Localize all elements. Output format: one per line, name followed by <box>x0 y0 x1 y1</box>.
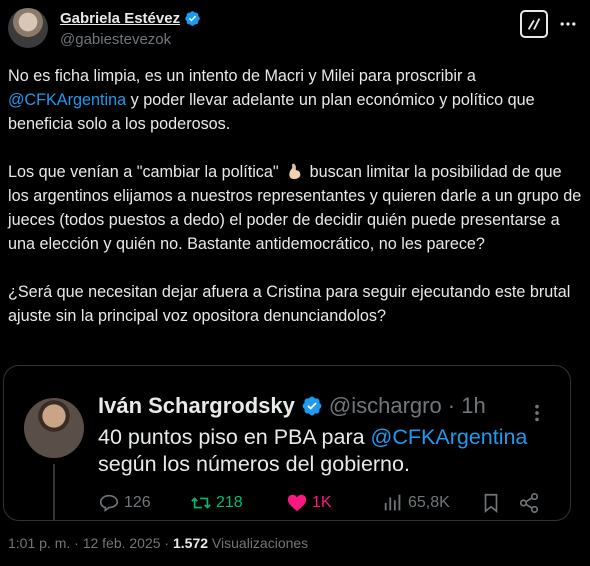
views-chart-icon <box>384 494 401 511</box>
retweet-button[interactable]: 218 <box>190 492 286 514</box>
tweet-paragraph-1: No es ficha limpia, es un intento de Mac… <box>8 64 582 136</box>
quoted-action-bar: 126 218 1K 65,8K <box>98 488 550 518</box>
grok-icon[interactable] <box>520 10 548 38</box>
retweet-count: 218 <box>216 494 243 511</box>
tweet-metadata: 1:01 p. m. · 12 feb. 2025 · 1.572 Visual… <box>8 535 308 551</box>
quoted-tweet-text: 40 puntos piso en PBA para @CFKArgentina… <box>98 424 548 478</box>
reply-icon <box>99 494 119 512</box>
pinched-fingers-emoji-icon <box>285 162 303 180</box>
tweet-header: Gabriela Estévez @gabiestevezok <box>8 8 582 52</box>
bookmark-button[interactable] <box>480 492 518 514</box>
quoted-author-avatar[interactable] <box>24 398 84 458</box>
tweet-body: No es ficha limpia, es un intento de Mac… <box>8 64 582 352</box>
tweet-paragraph-2: Los que venían a "cambiar la política" b… <box>8 160 582 256</box>
tweet-paragraph-3: ¿Será que necesitan dejar afuera a Crist… <box>8 283 571 325</box>
mention-link[interactable]: @CFKArgentina <box>8 91 126 109</box>
thread-line <box>53 464 55 520</box>
quoted-author-row: Iván Schargrodsky @ischargro · 1h <box>98 393 486 419</box>
more-options-icon[interactable] <box>556 12 580 36</box>
views-total: 1.572 <box>173 535 209 551</box>
author-avatar[interactable] <box>8 8 48 48</box>
quoted-author-name[interactable]: Iván Schargrodsky <box>98 393 295 419</box>
author-handle[interactable]: @gabiestevezok <box>60 31 171 48</box>
reply-button[interactable]: 126 <box>98 492 190 514</box>
quoted-mention-link[interactable]: @CFKArgentina <box>371 425 528 449</box>
quoted-text-segment: según los números del gobierno. <box>98 452 410 476</box>
views-label: Visualizaciones <box>208 535 309 551</box>
quoted-verified-badge-icon <box>301 395 323 417</box>
quoted-tweet-card[interactable]: Iván Schargrodsky @ischargro · 1h 40 pun… <box>3 365 571 521</box>
retweet-icon <box>191 497 211 509</box>
verified-badge-icon[interactable] <box>184 10 201 27</box>
reply-count: 126 <box>124 494 151 511</box>
quoted-more-options-icon[interactable] <box>524 400 550 426</box>
tweet-timestamp[interactable]: 1:01 p. m. · 12 feb. 2025 · <box>8 535 173 551</box>
share-icon <box>519 493 539 513</box>
like-button[interactable]: 1K <box>286 492 382 514</box>
author-name-row: Gabriela Estévez <box>60 10 201 27</box>
bookmark-icon <box>484 493 498 514</box>
share-button[interactable] <box>518 492 540 514</box>
quoted-text-segment: 40 puntos piso en PBA para <box>98 425 371 449</box>
author-display-name[interactable]: Gabriela Estévez <box>60 10 180 27</box>
tweet-text-segment: Los que venían a "cambiar la política" <box>8 163 284 181</box>
like-count: 1K <box>312 494 332 511</box>
views-count: 65,8K <box>408 494 450 511</box>
quoted-author-handle-time[interactable]: @ischargro · 1h <box>329 393 486 419</box>
heart-icon <box>287 494 307 512</box>
views-button[interactable]: 65,8K <box>382 492 480 514</box>
tweet-text-segment: No es ficha limpia, es un intento de Mac… <box>8 67 476 85</box>
